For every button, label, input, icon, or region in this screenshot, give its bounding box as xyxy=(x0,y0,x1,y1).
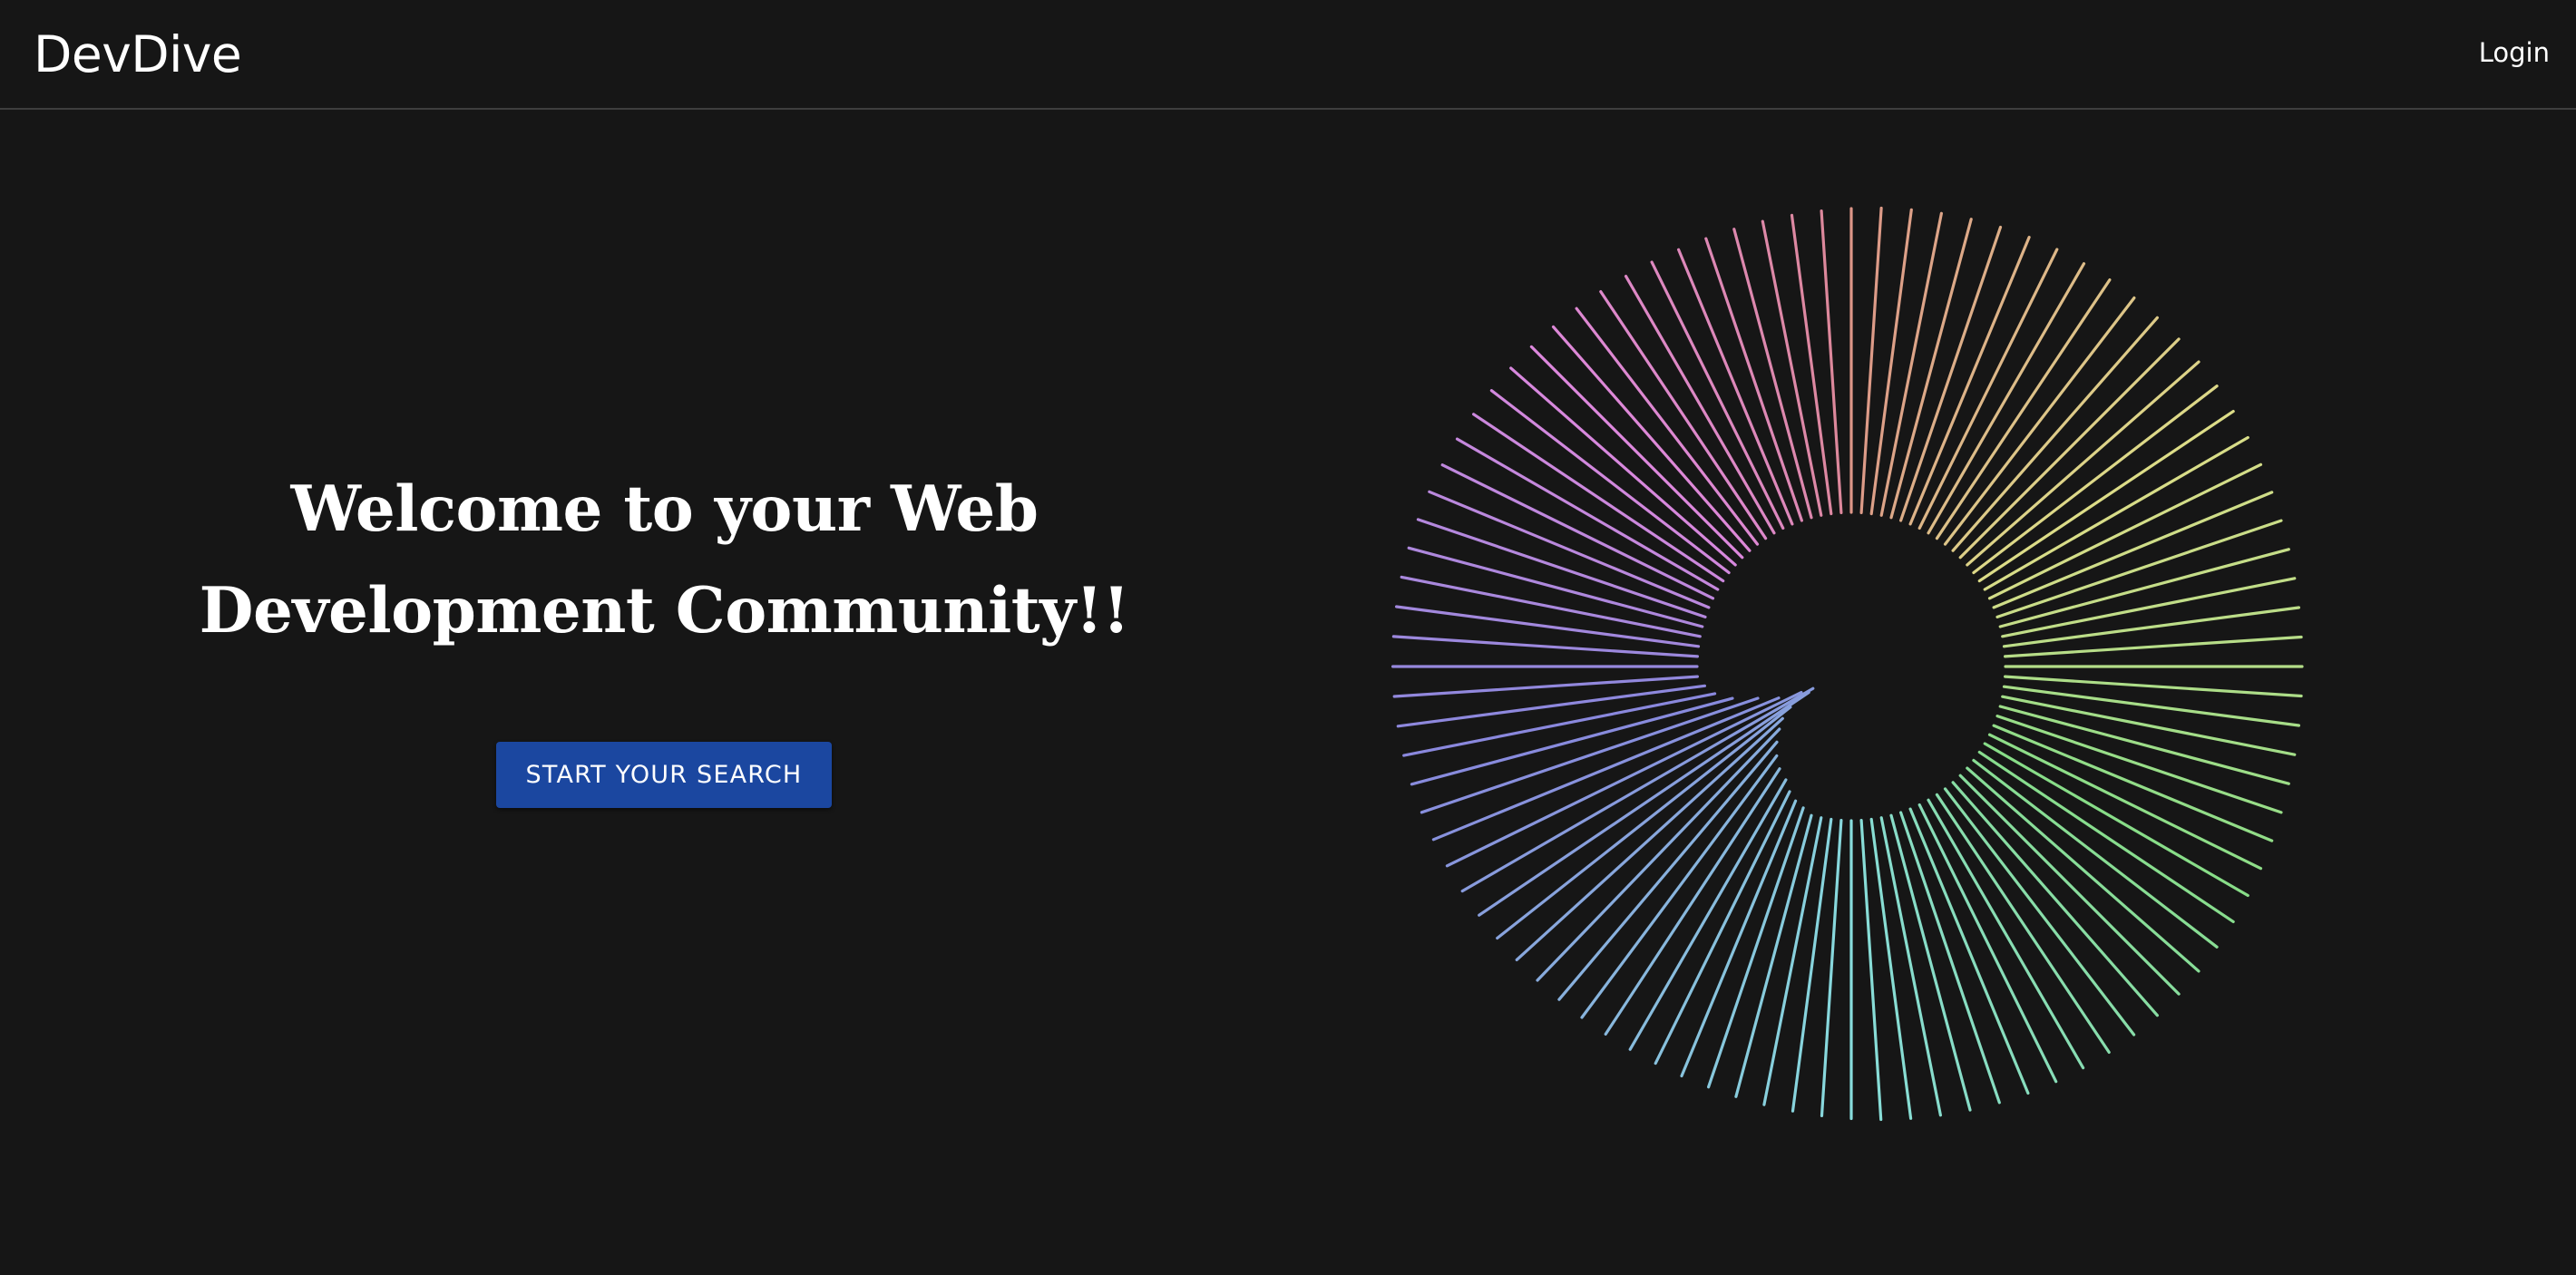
burst-ray xyxy=(1515,716,1784,962)
burst-ray xyxy=(1927,262,2086,535)
start-search-button[interactable]: START YOUR SEARCH xyxy=(496,742,832,808)
burst-ray xyxy=(1995,519,2283,618)
burst-ray xyxy=(1995,714,2283,814)
burst-ray xyxy=(1575,307,1760,546)
burst-ray xyxy=(1402,692,1717,757)
headline-line-2: Development Community!! xyxy=(199,574,1130,647)
login-link[interactable]: Login xyxy=(2479,34,2550,71)
burst-ray xyxy=(1951,316,2160,552)
burst-ray xyxy=(1489,389,1731,575)
headline-line-1: Welcome to your Web xyxy=(290,472,1039,546)
top-navbar: DevDive Login xyxy=(0,0,2576,110)
burst-ray xyxy=(1478,690,1810,917)
burst-ray xyxy=(1927,798,2085,1070)
radial-line-burst-graphic xyxy=(1390,206,2304,1122)
burst-ray xyxy=(1898,811,2001,1105)
burst-ray xyxy=(1958,337,2181,560)
burst-ray xyxy=(1958,774,2181,996)
burst-ray xyxy=(1557,740,1779,1001)
burst-ray xyxy=(1496,706,1792,940)
hero-headline: Welcome to your Web Development Communit… xyxy=(181,459,1147,662)
burst-ray xyxy=(1951,781,2160,1017)
burst-ray xyxy=(1460,686,1815,893)
burst-ray xyxy=(1416,518,1707,618)
burst-ray xyxy=(1898,225,2003,522)
burst-ray xyxy=(1410,696,1734,786)
burst-ray xyxy=(1704,237,1803,522)
brand-logo[interactable]: DevDive xyxy=(34,22,242,87)
hero-text: Welcome to your Web Development Communit… xyxy=(181,459,1147,662)
burst-ray xyxy=(1707,806,1805,1089)
